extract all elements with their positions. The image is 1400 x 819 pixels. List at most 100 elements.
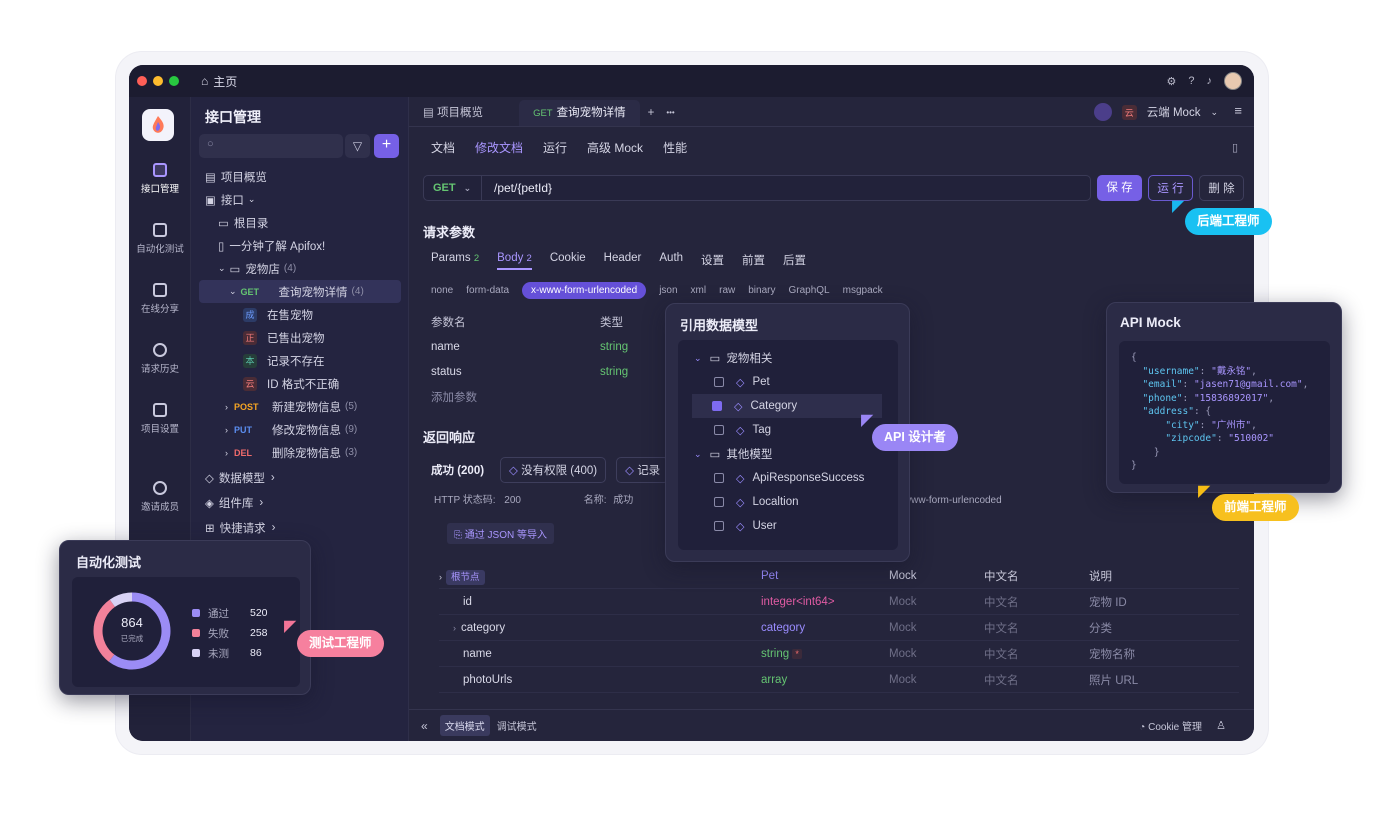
cube-icon: ◇	[736, 376, 745, 389]
schema-item[interactable]: ◇ Localtion	[694, 490, 898, 514]
tree-item-get[interactable]: ⌄ GET 查询宠物详情 (4)	[199, 280, 401, 303]
case-item[interactable]: 云 ID 格式不正确	[191, 372, 409, 395]
tab-post[interactable]: 后置	[783, 252, 806, 270]
schema-item[interactable]: ◇ Category	[692, 394, 882, 418]
more-tabs-button[interactable]: •••	[662, 100, 678, 126]
table-row[interactable]: photoUrls array Mock 中文名 照片 URL	[439, 667, 1239, 693]
help-icon[interactable]: ?	[1188, 75, 1194, 87]
body-type-option[interactable]: GraphQL	[788, 285, 829, 296]
group-item[interactable]: ⌄ ▭ 宠物相关	[694, 346, 898, 370]
bell-icon[interactable]: ♪	[1207, 75, 1213, 87]
doc-mode-button[interactable]: 文档模式	[439, 715, 490, 736]
tree-item-root[interactable]: ▭ 根目录	[191, 211, 409, 234]
schema-item[interactable]: ◇ ApiResponseSuccess	[694, 466, 898, 490]
add-button[interactable]: +	[374, 134, 399, 158]
group-item[interactable]: ⌄ ▭ 其他模型	[694, 442, 898, 466]
rail-item-history[interactable]: 请求历史	[129, 343, 191, 375]
tab-pre[interactable]: 前置	[742, 252, 765, 270]
subtab-edit[interactable]: 修改文档	[475, 139, 523, 156]
tab-overview[interactable]: ▤ 项目概览	[409, 100, 497, 126]
api-icon: ▣	[205, 194, 216, 207]
tab-body[interactable]: Body 2	[497, 252, 532, 270]
tree-item-overview[interactable]: ▤ 项目概览	[191, 165, 409, 188]
import-json-button[interactable]: ⎘ 通过 JSON 等导入	[447, 523, 555, 544]
shirt-icon[interactable]: ♙	[1216, 719, 1226, 732]
rail-item-test[interactable]: 自动化测试	[129, 223, 191, 255]
tree-item-schemas[interactable]: ◇ 数据模型 ›	[191, 466, 409, 489]
body-type-option[interactable]: msgpack	[843, 285, 883, 296]
save-button[interactable]: 保 存	[1097, 175, 1142, 201]
schema-item[interactable]: ◇ Pet	[694, 370, 898, 394]
rail-item-invite[interactable]: 邀请成员	[129, 481, 191, 513]
resp-tab-400[interactable]: ◇ 没有权限 (400)	[500, 457, 607, 483]
chevron-down-icon: ⌄	[694, 448, 702, 459]
panel-toggle-icon[interactable]: ▯	[1232, 141, 1238, 154]
checkbox[interactable]	[712, 401, 722, 411]
search-input[interactable]: ○	[199, 134, 343, 158]
collapse-icon[interactable]: «	[421, 719, 428, 733]
menu-icon[interactable]: ≡	[1234, 103, 1242, 118]
subtab-perf[interactable]: 性能	[663, 139, 687, 156]
avatar[interactable]	[1224, 72, 1242, 90]
tree-item-components[interactable]: ◈ 组件库 ›	[191, 491, 409, 514]
maximize-window-button[interactable]	[169, 76, 179, 86]
tree-item-quick[interactable]: ⊞ 快捷请求 ›	[191, 516, 409, 539]
checkbox[interactable]	[714, 425, 724, 435]
url-input[interactable]: /pet/{petId}	[494, 181, 552, 195]
tab-get-pet[interactable]: GET 查询宠物详情	[519, 100, 640, 126]
table-row[interactable]: › category category Mock 中文名 分类	[439, 615, 1239, 641]
method-select[interactable]: GET ⌄	[424, 176, 482, 200]
cookie-button[interactable]: ◔ Cookie 管理	[1139, 718, 1202, 733]
tab-auth[interactable]: Auth	[659, 252, 683, 270]
body-type-option[interactable]: x-www-form-urlencoded	[522, 282, 647, 299]
body-type-option[interactable]: form-data	[466, 285, 509, 296]
body-type-option[interactable]: xml	[691, 285, 707, 296]
body-type-option[interactable]: json	[659, 285, 677, 296]
case-item[interactable]: 成在售宠物	[191, 303, 409, 326]
table-row[interactable]: name string * Mock 中文名 宠物名称	[439, 641, 1239, 667]
debug-mode-button[interactable]: 调试模式	[494, 715, 540, 736]
swatch	[192, 649, 200, 657]
tree-item-post[interactable]: › POST 新建宠物信息 (5)	[191, 395, 409, 418]
rail-item-api[interactable]: 接口管理	[129, 163, 191, 195]
checkbox[interactable]	[714, 377, 724, 387]
resp-tab-200[interactable]: 成功 (200)	[431, 462, 484, 478]
rail-item-share[interactable]: 在线分享	[129, 283, 191, 315]
run-button[interactable]: 运 行	[1148, 175, 1193, 201]
table-row[interactable]: id integer<int64> Mock 中文名 宠物 ID	[439, 589, 1239, 615]
tab-header[interactable]: Header	[604, 252, 642, 270]
settings-icon[interactable]: ⚙	[1167, 75, 1177, 88]
body-type-option[interactable]: binary	[748, 285, 775, 296]
tree-item-put[interactable]: › PUT 修改宠物信息 (9)	[191, 418, 409, 441]
schema-item[interactable]: ◇ User	[694, 514, 898, 538]
checkbox[interactable]	[714, 497, 724, 507]
checkbox[interactable]	[714, 473, 724, 483]
tab-params[interactable]: Params 2	[431, 252, 479, 270]
tab-cookie[interactable]: Cookie	[550, 252, 586, 270]
close-window-button[interactable]	[137, 76, 147, 86]
add-tab-button[interactable]: +	[640, 100, 663, 126]
body-type-option[interactable]: raw	[719, 285, 735, 296]
tab-settings[interactable]: 设置	[701, 252, 724, 270]
subtab-doc[interactable]: 文档	[431, 139, 455, 156]
subtab-run[interactable]: 运行	[543, 139, 567, 156]
env-selector[interactable]: 云 云端 Mock ⌄	[1093, 103, 1218, 121]
tree-item-del[interactable]: › DEL 删除宠物信息 (3)	[191, 441, 409, 464]
title-bar: ⌂ 主页 ⚙ ? ♪	[129, 65, 1254, 97]
minimize-window-button[interactable]	[153, 76, 163, 86]
resp-tab-more[interactable]: ◇ 记录	[616, 457, 670, 483]
delete-button[interactable]: 删 除	[1199, 175, 1244, 201]
checkbox[interactable]	[714, 521, 724, 531]
tree-item-api[interactable]: ▣ 接口 ⌄	[191, 188, 409, 211]
case-item[interactable]: 正已售出宠物	[191, 326, 409, 349]
filter-button[interactable]: ▽	[345, 134, 370, 158]
tree-item-intro[interactable]: ▯ 一分钟了解 Apifox!	[191, 234, 409, 257]
tree-item-folder[interactable]: ⌄ ▭ 宠物店 (4)	[191, 257, 409, 280]
body-type-option[interactable]: none	[431, 285, 453, 296]
chevron-right-icon: ›	[259, 496, 264, 509]
subtab-mock[interactable]: 高级 Mock	[587, 139, 643, 156]
home-tab[interactable]: ⌂ 主页	[201, 73, 237, 90]
legend: 通过 520 失败 258 未测 86	[192, 603, 292, 663]
rail-item-settings[interactable]: 项目设置	[129, 403, 191, 435]
case-item[interactable]: 本记录不存在	[191, 349, 409, 372]
